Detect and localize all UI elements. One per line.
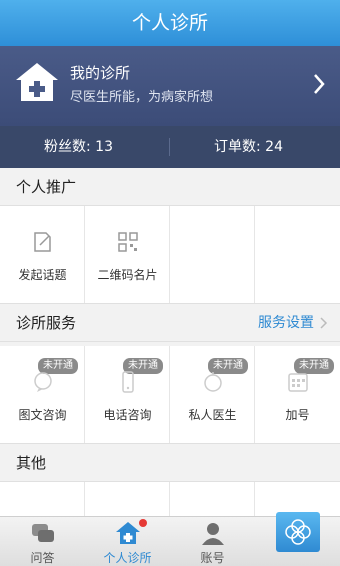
services-grid: 未开通 图文咨询 未开通 电话咨询 未开通 私人医生 未开通 加号 bbox=[0, 346, 340, 444]
text-consult-label: 图文咨询 bbox=[18, 408, 67, 422]
stats-divider bbox=[169, 138, 170, 156]
clover-icon bbox=[285, 519, 311, 545]
chevron-right-icon bbox=[314, 74, 325, 94]
promotion-header: 个人推广 bbox=[0, 168, 340, 206]
my-clinic-banner[interactable]: 我的诊所 尽医生所能，为病家所想 bbox=[0, 46, 340, 126]
service-settings-link[interactable]: 服务设置 bbox=[258, 304, 314, 342]
services-header: 诊所服务 服务设置 bbox=[0, 304, 340, 342]
user-icon bbox=[202, 523, 224, 545]
clinic-house-icon bbox=[16, 63, 58, 101]
tab-account[interactable]: 账号 bbox=[170, 517, 255, 566]
chat-icon bbox=[32, 524, 54, 542]
other-title: 其他 bbox=[16, 454, 47, 472]
clinic-icon bbox=[116, 522, 140, 544]
phone-icon bbox=[122, 371, 134, 393]
empty-cell bbox=[170, 206, 255, 303]
phone-consult-button[interactable]: 未开通 电话咨询 bbox=[85, 346, 170, 443]
notification-dot bbox=[139, 519, 147, 527]
clinic-title: 我的诊所 bbox=[70, 64, 131, 82]
promotion-grid: 发起话题 二维码名片 bbox=[0, 206, 340, 304]
start-topic-label: 发起话题 bbox=[18, 268, 67, 282]
start-topic-button[interactable]: 发起话题 bbox=[0, 206, 85, 303]
other-header: 其他 bbox=[0, 444, 340, 482]
add-appointment-button[interactable]: 未开通 加号 bbox=[255, 346, 340, 443]
tab-personal-clinic-label: 个人诊所 bbox=[103, 551, 152, 565]
qrcode-icon bbox=[118, 232, 138, 252]
promotion-title: 个人推广 bbox=[16, 178, 77, 196]
tab-qa-label: 问答 bbox=[30, 551, 55, 565]
private-doctor-label: 私人医生 bbox=[188, 408, 237, 422]
clover-tab-button[interactable] bbox=[276, 512, 320, 552]
calendar-grid-icon bbox=[288, 373, 308, 392]
tab-account-label: 账号 bbox=[200, 551, 225, 565]
orders-count[interactable]: 订单数: 24 bbox=[214, 126, 283, 168]
fans-count[interactable]: 粉丝数: 13 bbox=[44, 126, 113, 168]
qrcode-card-label: 二维码名片 bbox=[97, 268, 158, 282]
tab-qa[interactable]: 问答 bbox=[0, 517, 85, 566]
chevron-right-icon bbox=[320, 317, 328, 329]
edit-icon bbox=[34, 232, 51, 252]
clinic-slogan: 尽医生所能，为病家所想 bbox=[70, 90, 214, 105]
text-consult-button[interactable]: 未开通 图文咨询 bbox=[0, 346, 85, 443]
chat-bubble-icon bbox=[34, 372, 52, 392]
phone-consult-label: 电话咨询 bbox=[103, 408, 152, 422]
add-appointment-label: 加号 bbox=[285, 408, 310, 422]
services-title: 诊所服务 bbox=[16, 314, 77, 332]
private-doctor-button[interactable]: 未开通 私人医生 bbox=[170, 346, 255, 443]
doctor-icon bbox=[204, 372, 222, 392]
page-title: 个人诊所 bbox=[0, 0, 340, 46]
tab-personal-clinic[interactable]: 个人诊所 bbox=[85, 517, 170, 566]
qrcode-card-button[interactable]: 二维码名片 bbox=[85, 206, 170, 303]
stats-bar: 粉丝数: 13 订单数: 24 bbox=[0, 126, 340, 168]
empty-cell bbox=[255, 206, 340, 303]
